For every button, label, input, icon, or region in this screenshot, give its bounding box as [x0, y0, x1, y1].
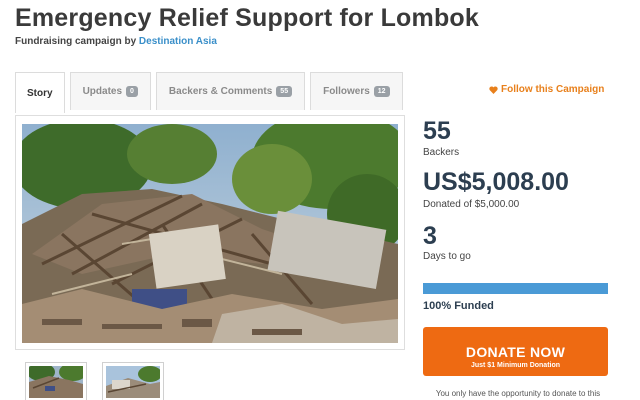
campaign-tabs: Story Updates 0 Backers & Comments 55 Fo… — [15, 72, 408, 113]
tab-label: Backers & Comments — [168, 86, 273, 97]
tab-label: Updates — [82, 86, 123, 97]
donate-sublabel: Just $1 Minimum Donation — [470, 361, 561, 369]
organizer-link[interactable]: Destination Asia — [139, 36, 217, 47]
media-panel — [15, 115, 405, 350]
tab-followers[interactable]: Followers 12 — [310, 72, 403, 110]
donate-label: DONATE NOW — [465, 343, 566, 360]
thumbnail-2[interactable] — [102, 362, 164, 400]
follow-campaign-link[interactable]: Follow this Campaign — [489, 84, 604, 95]
count-badge: 0 — [126, 86, 138, 97]
tab-backers-comments[interactable]: Backers & Comments 55 — [155, 72, 306, 110]
days-left: 3 — [423, 222, 437, 250]
goal-label: Donated of $5,000.00 — [423, 199, 520, 210]
days-label: Days to go — [423, 251, 471, 262]
count-badge: 55 — [276, 86, 293, 97]
campaign-byline: Fundraising campaign by Destination Asia — [15, 36, 217, 47]
count-badge: 12 — [373, 86, 390, 97]
amount-raised: US$5,008.00 — [423, 168, 569, 196]
donation-note: You only have the opportunity to donate … — [435, 389, 601, 398]
page-title: Emergency Relief Support for Lombok — [15, 4, 480, 32]
donate-button[interactable]: DONATE NOW Just $1 Minimum Donation — [423, 327, 608, 376]
tab-label: Story — [27, 87, 53, 99]
progress-fill — [423, 283, 608, 294]
funded-percent: 100% Funded — [423, 300, 494, 312]
backers-label: Backers — [423, 147, 460, 158]
heart-icon — [489, 85, 498, 94]
follow-label: Follow this Campaign — [501, 84, 605, 95]
backers-count: 55 — [423, 117, 451, 145]
tab-updates[interactable]: Updates 0 — [69, 72, 151, 110]
thumbnail-1[interactable] — [25, 362, 87, 400]
tab-story[interactable]: Story — [15, 72, 65, 113]
main-photo[interactable] — [22, 124, 398, 343]
funding-progress-bar — [423, 283, 608, 294]
byline-prefix: Fundraising campaign by — [15, 36, 137, 47]
tab-label: Followers — [323, 86, 370, 97]
